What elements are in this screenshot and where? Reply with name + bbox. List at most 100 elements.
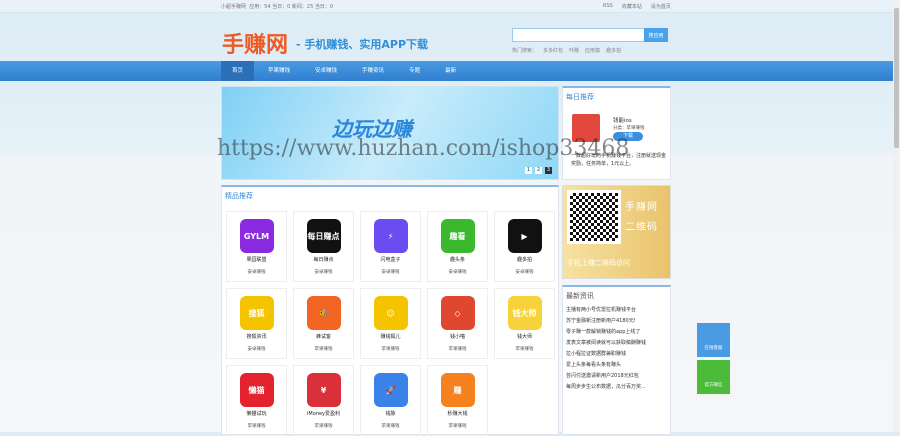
set-home-link[interactable]: 设为首页	[651, 3, 671, 10]
app-card[interactable]: 钱大师 钱大师 苹果赚钱	[494, 288, 555, 359]
app-category: 苹果赚钱	[381, 347, 400, 352]
app-card[interactable]: ◇ 钱小喵苹果赚钱	[427, 288, 488, 359]
app-card[interactable]: 🐝 蜂试客苹果赚钱	[293, 288, 354, 359]
news-item[interactable]: 每周步步生公布数据，瓜分百万奖...	[563, 382, 670, 393]
site-stats: 小超手赚网 应用：54 当日：0 新闻：25 当日：0	[221, 3, 333, 10]
qr-code-banner: 手赚网 二维码 手机上赚二维码访问	[562, 185, 671, 279]
logo[interactable]: 手赚网	[222, 27, 288, 59]
app-card[interactable]: ¥ iMoney爱盈利 苹果赚钱	[293, 365, 354, 436]
app-card[interactable]: ☺ 赚钱狐儿苹果赚钱	[360, 288, 421, 359]
app-card[interactable]: ▶ 趣多拍 安卓赚钱	[494, 211, 555, 282]
qr-line2: 二维码	[625, 222, 658, 233]
app-icon[interactable]: 搜狐	[239, 296, 274, 330]
search-input[interactable]: 搜应用	[512, 28, 668, 42]
app-name[interactable]: 趣多拍	[495, 256, 554, 263]
carousel-dot[interactable]: 1	[525, 167, 532, 174]
news-item[interactable]: 芸闪付送邀请新用户2018元红包	[563, 371, 670, 382]
app-category: 苹果赚钱	[381, 424, 400, 429]
online-service-button[interactable]: 在线客服	[697, 323, 730, 357]
app-name[interactable]: 蜂试客	[294, 333, 353, 340]
app-name[interactable]: 果园联盟	[227, 256, 286, 263]
app-icon[interactable]: ▶	[507, 219, 542, 253]
app-category: 安卓赚钱	[448, 270, 467, 275]
news-item[interactable]: 苏宁金融新注册新用户4180元!	[563, 316, 670, 327]
app-category: 苹果赚钱	[314, 347, 333, 352]
nav-ios[interactable]: 苹果赚钱	[257, 61, 301, 81]
main-nav: 首页 苹果赚钱 安卓赚钱 手赚资讯 专题 最新	[0, 61, 900, 81]
app-icon[interactable]: 懒猫	[239, 373, 274, 407]
app-name[interactable]: 搜狐资讯	[227, 333, 286, 340]
app-category: 苹果赚钱	[448, 347, 467, 352]
app-card[interactable]: 每日赚点 每日赚点 安卓赚钱	[293, 211, 354, 282]
app-icon[interactable]: 🚀	[373, 373, 408, 407]
carousel-dot[interactable]: 3	[545, 167, 552, 174]
app-icon[interactable]: ¥	[306, 373, 341, 407]
news-item[interactable]: 主播有两小号优雷拉机赚钱平台	[563, 305, 670, 316]
nav-latest[interactable]: 最新	[434, 61, 467, 81]
site-name[interactable]: 小超手赚网	[221, 4, 246, 10]
scrollbar-thumb[interactable]	[894, 8, 899, 148]
qr-code	[567, 190, 621, 244]
app-card[interactable]: GYLM 果园联盟 安卓赚钱	[226, 211, 287, 282]
top-bar: 小超手赚网 应用：54 当日：0 新闻：25 当日：0 RSS 收藏本站 设为首…	[0, 0, 900, 13]
app-name[interactable]: 钱大师	[495, 333, 554, 340]
app-category: 苹果赚钱	[314, 424, 333, 429]
qr-caption: 手机上赚二维码访问	[567, 259, 630, 267]
hot-link[interactable]: 多多红包	[543, 47, 563, 54]
hot-link[interactable]: 应用猿	[585, 47, 600, 54]
hot-label: 热门搜索：	[512, 48, 538, 54]
news-item[interactable]: 拉小程拉证数据群兼职赚钱	[563, 349, 670, 360]
app-name[interactable]: 闪电盒子	[361, 256, 420, 263]
app-icon[interactable]: 钱大师	[507, 296, 542, 330]
app-icon[interactable]: GYLM	[239, 219, 274, 253]
app-name[interactable]: 钱脉	[361, 410, 420, 417]
app-name[interactable]: 钱能ios	[613, 116, 632, 124]
app-category: 安卓赚钱	[247, 347, 266, 352]
nav-news[interactable]: 手赚资讯	[351, 61, 395, 81]
scrollbar[interactable]	[893, 0, 900, 432]
wechat-button[interactable]: 官方微信	[697, 360, 730, 394]
app-icon[interactable]: 每日赚点	[306, 219, 341, 253]
app-name[interactable]: iMoney爱盈利	[294, 410, 353, 417]
nav-home[interactable]: 首页	[221, 61, 255, 81]
hot-link[interactable]: 咔赚	[569, 47, 579, 54]
nav-android[interactable]: 安卓赚钱	[304, 61, 348, 81]
app-card[interactable]: ⚡ 闪电盒子 安卓赚钱	[360, 211, 421, 282]
app-name[interactable]: 趣头条	[428, 256, 487, 263]
app-description: 一款超好玩的手机赚钱平台，注册就送现金奖励，任务简单，1元以上。	[571, 153, 667, 167]
app-icon[interactable]: ◇	[440, 296, 475, 330]
app-icon[interactable]: 🐝	[306, 296, 341, 330]
app-name[interactable]: 每日赚点	[294, 256, 353, 263]
app-card[interactable]: 懒猫 懒猫试玩 苹果赚钱	[226, 365, 287, 436]
app-card[interactable]: 赚秒赚大钱 苹果赚钱	[427, 365, 488, 436]
news-panel: 最新资讯 主播有两小号优雷拉机赚钱平台 苏宁金融新注册新用户4180元! 零子赚一款…	[562, 285, 671, 435]
app-name[interactable]: 赚钱狐儿	[361, 333, 420, 340]
app-name[interactable]: 秒赚大钱	[428, 410, 487, 417]
news-item[interactable]: 发表文章被阅读就可以获取稿酬赚钱	[563, 338, 670, 349]
news-item[interactable]: 爱上头条每看头条有赚头	[563, 360, 670, 371]
app-icon[interactable]	[572, 114, 600, 142]
app-name[interactable]: 钱小喵	[428, 333, 487, 340]
hot-link[interactable]: 趣多拍	[606, 47, 621, 54]
nav-topics[interactable]: 专题	[398, 61, 431, 81]
app-icon[interactable]: ☺	[373, 296, 408, 330]
app-name[interactable]: 懒猫试玩	[227, 410, 286, 417]
download-button[interactable]: 下载	[613, 132, 643, 141]
app-card[interactable]: 🚀 钱脉苹果赚钱	[360, 365, 421, 436]
search-button[interactable]: 搜应用	[644, 28, 668, 42]
news-item[interactable]: 零子赚一款解锁赚钱的app上线了	[563, 327, 670, 338]
app-icon[interactable]: 赚	[440, 373, 475, 407]
banner-carousel[interactable]: 边玩边赚 1 2 3	[221, 86, 559, 180]
rss-link[interactable]: RSS	[603, 3, 613, 10]
app-icon[interactable]: ⚡	[373, 219, 408, 253]
app-icon[interactable]: 趣看	[440, 219, 475, 253]
qr-line1: 手赚网	[625, 202, 658, 213]
carousel-dot[interactable]: 2	[535, 167, 542, 174]
app-card[interactable]: 趣看 趣头条 安卓赚钱	[427, 211, 488, 282]
float-label: 在线客服	[704, 346, 723, 351]
stats-text: 应用：54 当日：0 新闻：25 当日：0	[249, 4, 334, 10]
app-category: 苹果赚钱	[515, 347, 534, 352]
app-card[interactable]: 搜狐搜狐资讯安卓赚钱	[226, 288, 287, 359]
app-category: 苹果赚钱	[448, 424, 467, 429]
bookmark-link[interactable]: 收藏本站	[622, 3, 642, 10]
